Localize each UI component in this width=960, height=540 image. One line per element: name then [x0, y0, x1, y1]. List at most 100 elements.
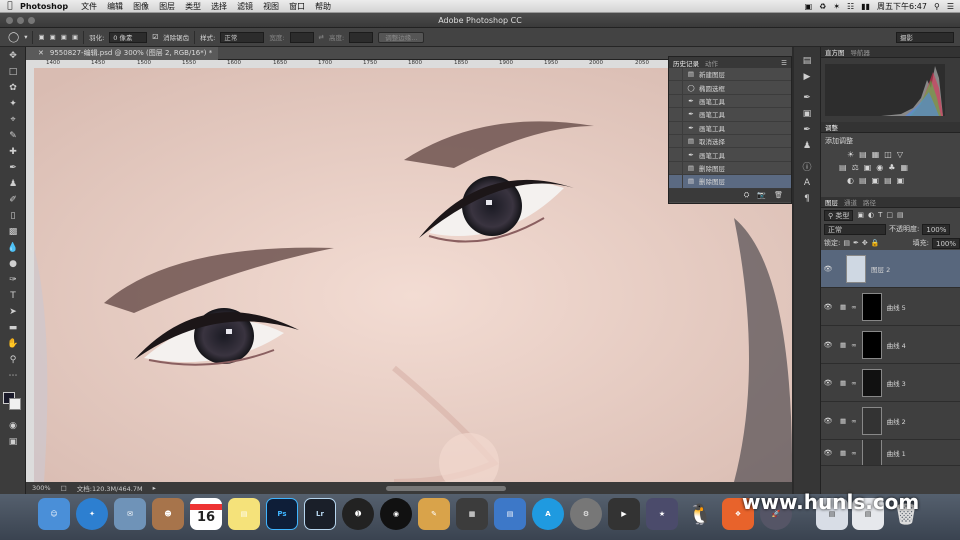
- marquee-tool-icon[interactable]: □: [3, 64, 23, 79]
- layer-row[interactable]: 👁 图层 2: [821, 250, 960, 288]
- layer-kind-filter[interactable]: ⚲ 类型: [824, 209, 854, 221]
- tab-history[interactable]: 历史记录: [673, 58, 699, 68]
- tab-histogram[interactable]: 直方图: [825, 47, 845, 57]
- photo-filter-icon[interactable]: ◉: [876, 163, 883, 172]
- pen-tool-icon[interactable]: ✑: [3, 272, 23, 287]
- history-item[interactable]: ▤ 删除图层: [669, 161, 791, 176]
- magic-wand-icon[interactable]: ✦: [3, 96, 23, 111]
- eraser-tool-icon[interactable]: ▯: [3, 208, 23, 223]
- marquee-tool-icon[interactable]: ◯: [8, 32, 19, 43]
- keynote-icon[interactable]: ▤: [494, 498, 526, 530]
- battery-icon[interactable]: ▮▮: [861, 2, 870, 11]
- new-selection-icon[interactable]: ▣: [38, 33, 44, 41]
- visibility-eye-icon[interactable]: 👁: [821, 341, 835, 349]
- menubar-clock[interactable]: 周五下午6:47: [877, 1, 927, 12]
- fill-input[interactable]: 100%: [931, 237, 960, 249]
- color-lookup-icon[interactable]: ▦: [900, 163, 908, 172]
- numbers-icon[interactable]: ▦: [456, 498, 488, 530]
- hue-sat-icon[interactable]: ▤: [839, 163, 847, 172]
- history-item[interactable]: ▤ 取消选择: [669, 134, 791, 149]
- export-icon[interactable]: □: [61, 484, 67, 492]
- menu-window[interactable]: 窗口: [289, 1, 305, 12]
- healing-brush-icon[interactable]: ✚: [3, 144, 23, 159]
- tab-channels[interactable]: 通道: [844, 197, 857, 207]
- history-item[interactable]: ✒ 画笔工具: [669, 148, 791, 162]
- brightness-icon[interactable]: ☀: [847, 150, 854, 159]
- vibrance-icon[interactable]: ▽: [897, 150, 903, 159]
- app-menu[interactable]: Photoshop: [20, 2, 68, 11]
- layer-mask-thumbnail[interactable]: [861, 368, 882, 397]
- history-source-checkbox[interactable]: [669, 161, 683, 175]
- lock-paint-icon[interactable]: ✒: [853, 239, 859, 247]
- opacity-input[interactable]: 100%: [922, 223, 951, 235]
- lock-pixels-icon[interactable]: ▤: [843, 239, 850, 247]
- app-1-icon[interactable]: ➊: [342, 498, 374, 530]
- actions-panel-icon[interactable]: ▶: [797, 69, 817, 84]
- gradient-map-icon[interactable]: ▤: [884, 176, 892, 185]
- snapshot-camera-icon[interactable]: 📷: [757, 191, 766, 199]
- paragraph-panel-icon[interactable]: ¶: [797, 191, 817, 206]
- sync-icon[interactable]: ♻: [819, 2, 826, 11]
- pages-icon[interactable]: ✎: [418, 498, 450, 530]
- tool-preset-arrow-icon[interactable]: ▾: [24, 33, 27, 41]
- bluetooth-icon[interactable]: ✶: [833, 2, 840, 11]
- info-panel-icon[interactable]: ⓘ: [797, 159, 817, 174]
- eyedropper-icon[interactable]: ✎: [3, 128, 23, 143]
- tab-adjustments[interactable]: 调整: [825, 122, 838, 132]
- lightroom-icon[interactable]: Lr: [304, 498, 336, 530]
- history-source-checkbox[interactable]: [669, 134, 683, 148]
- crop-tool-icon[interactable]: ⌖: [3, 112, 23, 127]
- history-item[interactable]: ▤ 新建图层: [669, 68, 791, 82]
- mail-icon[interactable]: ✉: [114, 498, 146, 530]
- contacts-icon[interactable]: ☻: [152, 498, 184, 530]
- blur-tool-icon[interactable]: 💧: [3, 240, 23, 255]
- add-selection-icon[interactable]: ▣: [50, 33, 56, 41]
- safari-icon[interactable]: ✦: [76, 498, 108, 530]
- minimize-window-icon[interactable]: [17, 17, 24, 24]
- horizontal-scrollbar[interactable]: [385, 485, 506, 491]
- shape-filter-icon[interactable]: □: [886, 211, 893, 219]
- apple-icon[interactable]: : [0, 1, 20, 11]
- background-color-swatch[interactable]: [9, 398, 21, 410]
- zoom-level[interactable]: 300%: [32, 484, 51, 492]
- new-document-from-state-icon[interactable]: ⛭: [744, 191, 750, 200]
- history-item[interactable]: ◯ 椭圆选框: [669, 81, 791, 95]
- feather-input[interactable]: 0 像素: [109, 31, 148, 43]
- lock-move-icon[interactable]: ✥: [862, 239, 868, 247]
- layer-row[interactable]: 👁 ▦ ∞ 曲线 2: [821, 402, 960, 440]
- history-item-selected[interactable]: ▤ 删除图层: [669, 175, 791, 189]
- pixel-filter-icon[interactable]: ▣: [857, 211, 864, 219]
- qq-icon[interactable]: 🐧: [684, 498, 716, 530]
- tab-close-icon[interactable]: ✕: [32, 47, 50, 60]
- character-panel-icon[interactable]: A: [797, 175, 817, 190]
- workspace-select[interactable]: 摄影: [896, 31, 954, 43]
- selective-color-icon[interactable]: ▣: [897, 176, 905, 185]
- visibility-eye-icon[interactable]: 👁: [821, 379, 835, 387]
- tab-layers[interactable]: 图层: [825, 197, 838, 207]
- menu-layer[interactable]: 图层: [159, 1, 175, 12]
- refine-edge-button[interactable]: 调整边缘...: [378, 31, 425, 43]
- history-panel-icon[interactable]: ▤: [797, 53, 817, 68]
- photoshop-icon[interactable]: Ps: [266, 498, 298, 530]
- invert-icon[interactable]: ◐: [847, 176, 854, 185]
- black-white-icon[interactable]: ▣: [864, 163, 872, 172]
- exposure-icon[interactable]: ◫: [884, 150, 892, 159]
- tool-presets-icon[interactable]: ✒: [797, 90, 817, 105]
- lasso-tool-icon[interactable]: ✿: [3, 80, 23, 95]
- clone-source-icon[interactable]: ♟: [797, 138, 817, 153]
- history-item[interactable]: ✒ 画笔工具: [669, 94, 791, 109]
- curves-icon[interactable]: ▦: [872, 150, 880, 159]
- menu-type[interactable]: 类型: [185, 1, 201, 12]
- menu-image[interactable]: 图像: [133, 1, 149, 12]
- history-brush-icon[interactable]: ✐: [3, 192, 23, 207]
- history-source-checkbox[interactable]: [669, 94, 683, 108]
- photobooth-icon[interactable]: ◉: [380, 498, 412, 530]
- app-store-icon[interactable]: A: [532, 498, 564, 530]
- menu-help[interactable]: 帮助: [315, 1, 331, 12]
- dodge-tool-icon[interactable]: ●: [3, 256, 23, 271]
- history-item[interactable]: ✒ 画笔工具: [669, 121, 791, 135]
- visibility-eye-icon[interactable]: 👁: [821, 303, 835, 311]
- subtract-selection-icon[interactable]: ▣: [61, 33, 67, 41]
- wifi-icon[interactable]: ☷: [847, 2, 854, 11]
- notes-icon[interactable]: ▤: [228, 498, 260, 530]
